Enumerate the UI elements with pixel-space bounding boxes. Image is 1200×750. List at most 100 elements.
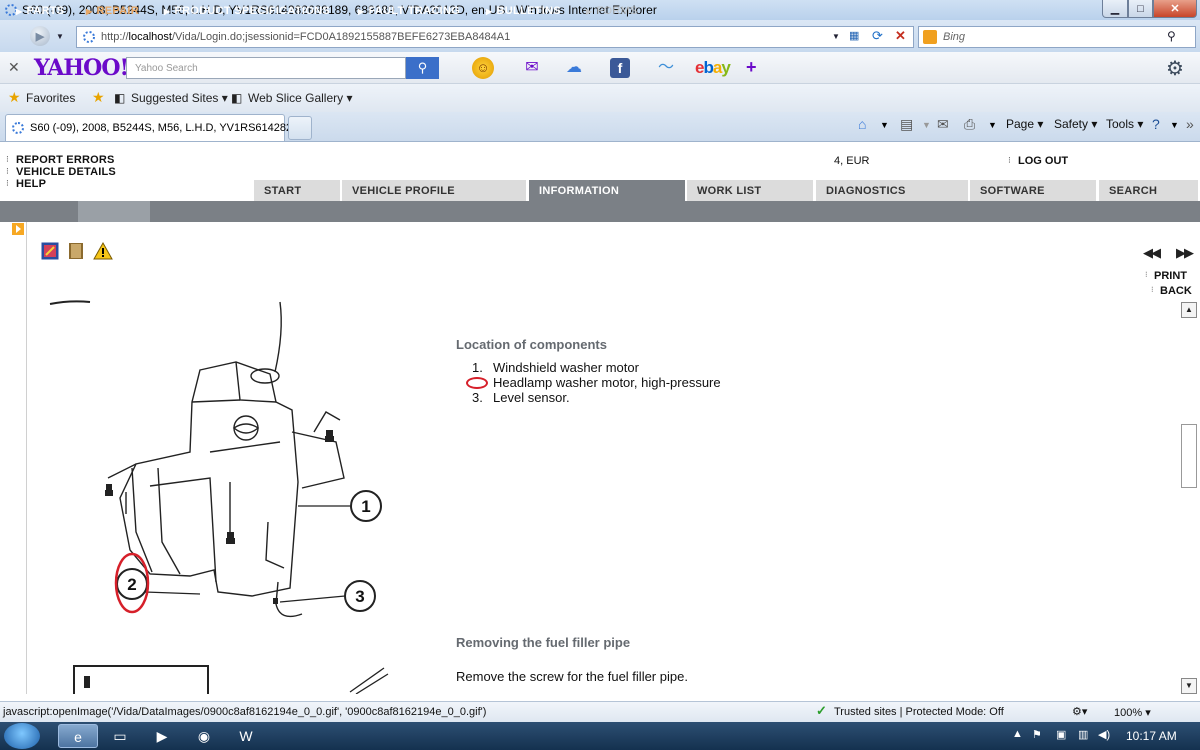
- help-dropdown-icon[interactable]: ▼: [1170, 120, 1179, 130]
- facebook-icon[interactable]: f: [610, 58, 630, 78]
- scroll-down-button[interactable]: ▼: [1181, 678, 1197, 694]
- subnav-active-highlight: [78, 201, 150, 222]
- tab-title: S60 (-09), 2008, B5244S, M56, L.H.D, YV1…: [30, 122, 302, 134]
- scroll-thumb[interactable]: [1181, 424, 1197, 488]
- history-dropdown-icon[interactable]: ▼: [56, 32, 64, 41]
- fuel-filler-illustration[interactable]: [72, 664, 392, 694]
- forward-button[interactable]: ▶: [30, 26, 50, 46]
- security-zone[interactable]: Trusted sites | Protected Mode: Off: [834, 706, 1004, 718]
- bing-search-field[interactable]: Bing ⚲: [918, 26, 1196, 48]
- media-player-icon[interactable]: ▶: [142, 724, 182, 748]
- volume-icon[interactable]: ◀): [1098, 728, 1110, 741]
- web-slice-gallery-link[interactable]: Web Slice Gallery ▾: [248, 91, 353, 105]
- weather-icon[interactable]: ☁: [562, 57, 586, 79]
- tab-information[interactable]: INFORMATION: [529, 180, 685, 201]
- device-icon[interactable]: ▣: [1056, 728, 1066, 741]
- more-icon[interactable]: »: [1186, 116, 1194, 132]
- gear-icon[interactable]: ⚙: [1166, 56, 1184, 81]
- suggested-sites-link[interactable]: Suggested Sites ▾: [131, 91, 228, 105]
- washer-reservoir-illustration[interactable]: 1 2 3: [40, 292, 400, 622]
- ie-page-icon: ◧: [114, 91, 126, 105]
- scroll-up-button[interactable]: ▲: [1181, 302, 1197, 318]
- start-button[interactable]: [4, 723, 40, 749]
- tab-diagnostics[interactable]: DIAGNOSTICS: [816, 180, 968, 201]
- vertical-scrollbar[interactable]: ▲ ▼: [1181, 302, 1198, 694]
- add-icon[interactable]: +: [746, 57, 757, 78]
- list-item-text: Level sensor.: [493, 390, 570, 405]
- warning-icon[interactable]: [93, 241, 113, 261]
- home-icon[interactable]: ⌂: [858, 116, 866, 132]
- protected-mode-icon[interactable]: ⚙▾: [1072, 705, 1087, 718]
- print-icon[interactable]: ⎙: [964, 116, 975, 133]
- messenger-icon[interactable]: ☺: [472, 57, 494, 79]
- stop-icon[interactable]: ✕: [895, 28, 906, 44]
- bullet-icon: ⁝: [6, 166, 9, 176]
- yahoo-search-input[interactable]: Yahoo Search: [126, 57, 406, 79]
- action-center-icon[interactable]: ⚑: [1032, 728, 1042, 741]
- maximize-button[interactable]: □: [1128, 0, 1153, 18]
- help-icon[interactable]: ?: [1152, 116, 1160, 132]
- back-link[interactable]: BACK: [1160, 285, 1192, 297]
- report-errors-link[interactable]: REPORT ERRORS: [16, 154, 115, 166]
- zoom-level[interactable]: 100% ▾: [1114, 706, 1151, 719]
- help-link[interactable]: HELP: [16, 178, 46, 190]
- ebay-icon[interactable]: ebay: [695, 58, 731, 78]
- browser-tab[interactable]: S60 (-09), 2008, B5244S, M56, L.H.D, YV1…: [5, 114, 301, 141]
- safety-menu[interactable]: Safety ▾: [1054, 117, 1097, 131]
- finance-icon[interactable]: 〜: [654, 57, 678, 79]
- subnav-bulletins[interactable]: ▶ BULLETINS: [486, 5, 561, 17]
- wordpress-icon[interactable]: W: [226, 724, 266, 748]
- bullet-icon: ⁝: [6, 154, 9, 164]
- favorites-button[interactable]: Favorites: [26, 91, 75, 105]
- tab-work-list[interactable]: WORK LIST: [687, 180, 813, 201]
- subnav-parts[interactable]: ▶ PARTS: [16, 5, 64, 17]
- subnav-product-specifications[interactable]: ▶ PRODUCT SPECIFICATIONS: [164, 5, 330, 17]
- explorer-folder-icon[interactable]: ▭: [100, 724, 140, 748]
- minimize-button[interactable]: ▁: [1102, 0, 1128, 18]
- read-mail-icon[interactable]: ✉: [937, 116, 949, 133]
- mail-icon[interactable]: ✉: [520, 57, 544, 79]
- chrome-icon[interactable]: ◉: [184, 724, 224, 748]
- windows-taskbar: e ▭ ▶ ◉ W ▲ ⚑ ▣ ▥ ◀) 10:17 AM: [0, 722, 1200, 750]
- new-tab-button[interactable]: [288, 116, 312, 140]
- close-window-button[interactable]: ✕: [1153, 0, 1197, 18]
- book-icon[interactable]: [66, 241, 86, 261]
- expand-tree-icon[interactable]: [12, 223, 24, 235]
- trusted-check-icon: ✓: [816, 703, 827, 718]
- refresh-icon[interactable]: ⟳: [872, 28, 883, 44]
- subnav-repair[interactable]: ▶ REPAIR: [86, 5, 139, 17]
- page-menu[interactable]: Page ▾: [1006, 117, 1043, 131]
- service-info-icon[interactable]: [40, 241, 60, 261]
- address-dropdown-icon[interactable]: ▼: [832, 32, 840, 41]
- list-item-text: Windshield washer motor: [493, 360, 639, 375]
- feeds-icon[interactable]: ▤: [900, 116, 913, 133]
- subnav-fault-tracing[interactable]: ▶ FAULT TRACING: [358, 5, 460, 17]
- network-icon[interactable]: ▥: [1078, 728, 1088, 741]
- previous-document-icon[interactable]: ◀◀: [1143, 245, 1161, 261]
- print-dropdown-icon[interactable]: ▼: [988, 120, 997, 130]
- favorites-bar: ★ Favorites ★ ◧ Suggested Sites ▾ ◧ Web …: [0, 84, 1200, 112]
- add-favorite-icon[interactable]: ★: [92, 89, 105, 106]
- home-dropdown-icon[interactable]: ▼: [880, 120, 889, 130]
- internet-explorer-taskbar-icon[interactable]: e: [58, 724, 98, 748]
- illustration-frame: [73, 665, 209, 694]
- tools-menu[interactable]: Tools ▾: [1106, 117, 1143, 131]
- next-document-icon[interactable]: ▶▶: [1176, 245, 1194, 261]
- tray-expand-icon[interactable]: ▲: [1012, 728, 1023, 740]
- compatibility-view-icon[interactable]: ▦: [849, 29, 866, 45]
- address-field[interactable]: http://localhost/Vida/Login.do;jsessioni…: [76, 26, 914, 48]
- tab-vehicle-profile[interactable]: VEHICLE PROFILE: [342, 180, 526, 201]
- system-clock[interactable]: 10:17 AM: [1126, 729, 1177, 743]
- feeds-dropdown-icon[interactable]: ▼: [922, 120, 931, 130]
- vehicle-details-link[interactable]: VEHICLE DETAILS: [16, 166, 116, 178]
- logout-link[interactable]: LOG OUT: [1018, 155, 1068, 167]
- tab-search[interactable]: SEARCH: [1099, 180, 1198, 201]
- tab-software[interactable]: SOFTWARE: [970, 180, 1096, 201]
- print-link[interactable]: PRINT: [1154, 270, 1187, 282]
- tab-start[interactable]: START: [254, 180, 340, 201]
- close-toolbar-icon[interactable]: ✕: [8, 59, 20, 76]
- search-icon[interactable]: ⚲: [1167, 29, 1176, 43]
- pipe-drawing: [349, 667, 389, 694]
- yahoo-logo[interactable]: YAHOO!: [34, 55, 129, 81]
- yahoo-search-button[interactable]: ⚲: [406, 57, 439, 79]
